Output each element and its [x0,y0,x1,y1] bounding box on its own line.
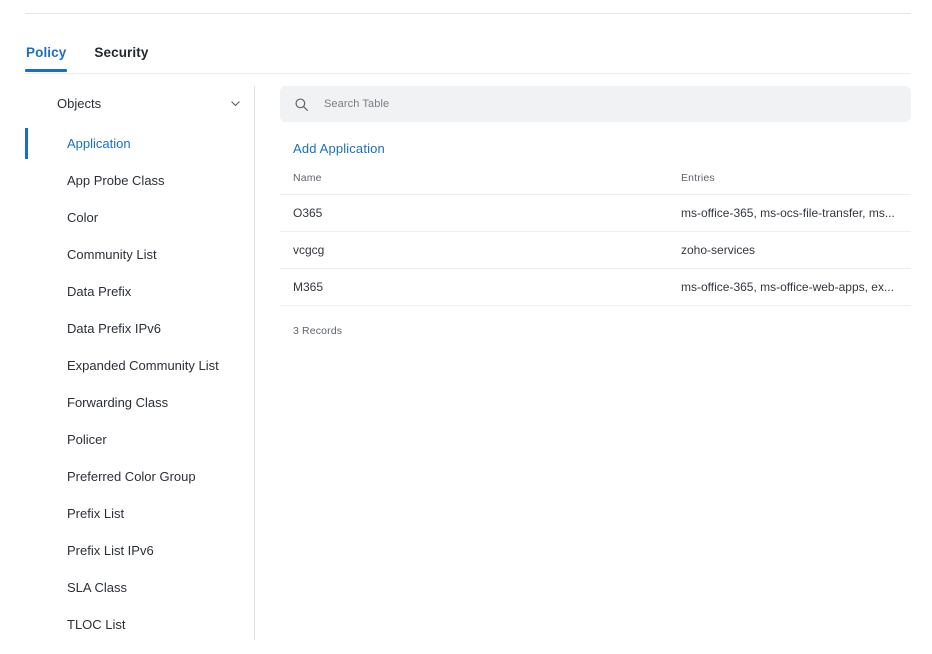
add-application-button[interactable]: Add Application [293,141,385,156]
sidebar-item-label: Preferred Color Group [67,469,196,484]
sidebar-item-application[interactable]: Application [0,125,254,162]
sidebar-divider [254,86,255,640]
search-table-bar[interactable] [280,86,911,122]
sidebar-item-preferred-color-group[interactable]: Preferred Color Group [0,458,254,495]
sidebar-item-label: Application [67,136,131,151]
sidebar-item-sla-class[interactable]: SLA Class [0,569,254,606]
cell-name: O365 [280,194,668,232]
cell-entries: ms-office-365, ms-office-web-apps, ex... [668,268,911,306]
main-content: Add Application Name Entries O365ms-offi… [280,86,911,337]
sidebar-item-prefix-list[interactable]: Prefix List [0,495,254,532]
sidebar-item-forwarding-class[interactable]: Forwarding Class [0,384,254,421]
applications-table: Name Entries O365 ms-office-365, ms-ocs-f… [280,172,911,306]
sidebar-group-objects[interactable]: Objects [0,86,254,120]
sidebar-item-label: Data Prefix IPv6 [67,321,161,336]
sidebar-item-label: TLOC List [67,617,126,632]
sidebar-item-tloc-list[interactable]: TLOC List [0,606,254,643]
chevron-down-icon[interactable] [229,97,242,110]
search-input[interactable] [324,98,804,110]
sidebar-item-color[interactable]: Color [0,199,254,236]
sidebar-item-community-list[interactable]: Community List [0,236,254,273]
tab-policy[interactable]: Policy [25,44,68,72]
sidebar-item-policer[interactable]: Policer [0,421,254,458]
sidebar-item-label: Data Prefix [67,284,132,299]
table-header-row: Name Entries [280,172,911,195]
sidebar-item-label: Community List [67,247,157,262]
sidebar-item-expanded-community-list[interactable]: Expanded Community List [0,347,254,384]
tab-bar-underline [25,73,911,74]
top-divider [25,13,911,14]
sidebar-item-prefix-list-ipv6[interactable]: Prefix List IPv6 [0,532,254,569]
tab-security[interactable]: Security [93,44,149,72]
sidebar-item-label: Forwarding Class [67,395,169,410]
cell-name: vcgcg [280,231,668,269]
sidebar-item-label: Expanded Community List [67,358,219,373]
cell-entries: ms-office-365, ms-ocs-file-transfer, ms.… [668,194,911,232]
sidebar-item-list: Application App Probe Class Color Community… [0,125,254,643]
column-header-name[interactable]: Name [280,172,668,195]
policy-objects-page: Policy Security Objects Application App Pr… [0,0,932,654]
table-row[interactable]: O365 ms-office-365, ms-ocs-file-transfer,… [280,194,911,232]
tab-bar: Policy Security [25,44,911,74]
column-header-entries[interactable]: Entries [668,172,911,195]
sidebar-item-label: Policer [67,432,107,447]
cell-entries: zoho-services [668,231,911,269]
sidebar-item-label: Prefix List IPv6 [67,543,154,558]
sidebar-item-data-prefix-ipv6[interactable]: Data Prefix IPv6 [0,310,254,347]
sidebar: Objects Application App Probe Class Color C… [0,86,254,640]
sidebar-item-label: Prefix List [67,506,125,521]
record-count: 3 Records [293,325,343,337]
table-row[interactable]: M365 ms-office-365, ms-office-web-apps, e… [280,268,911,306]
sidebar-item-label: SLA Class [67,580,127,595]
sidebar-item-app-probe-class[interactable]: App Probe Class [0,162,254,199]
sidebar-item-label: Color [67,210,99,225]
sidebar-item-label: App Probe Class [67,173,165,188]
cell-name: M365 [280,268,668,306]
sidebar-group-label: Objects [57,95,102,111]
sidebar-item-data-prefix[interactable]: Data Prefix [0,273,254,310]
table-row[interactable]: vcgcg zoho-services [280,231,911,269]
search-icon [294,97,309,112]
